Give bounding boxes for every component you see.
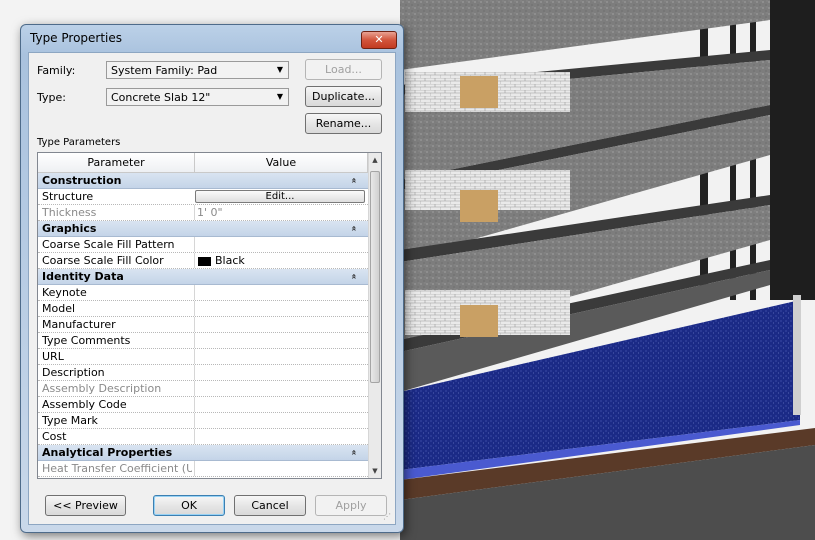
type-parameters-label: Type Parameters <box>37 137 121 148</box>
grid-scrollbar[interactable]: ▲ ▼ <box>368 153 381 478</box>
grid-row[interactable]: URL <box>38 349 368 365</box>
grid-row[interactable]: Manufacturer <box>38 317 368 333</box>
color-swatch <box>198 256 211 266</box>
parameter-name: Description <box>42 366 105 379</box>
parameter-name: Coarse Scale Fill Color <box>42 254 164 267</box>
type-parameters-grid: Parameter Value Construction » Structure Ed… <box>37 152 382 479</box>
collapse-icon[interactable]: » <box>348 450 363 456</box>
grid-row[interactable]: Thickness 1' 0" <box>38 205 368 221</box>
parameter-value[interactable] <box>194 429 366 444</box>
grid-header: Parameter Value <box>38 153 368 173</box>
parameter-name: Model <box>42 302 76 315</box>
parameter-name: Coarse Scale Fill Pattern <box>42 238 175 251</box>
parameter-value[interactable] <box>194 349 366 364</box>
header-value[interactable]: Value <box>195 153 368 172</box>
rename-button[interactable]: Rename... <box>305 113 382 134</box>
dialog-title: Type Properties <box>30 31 123 45</box>
grid-row[interactable]: Description <box>38 365 368 381</box>
grid-rows: Construction » Structure Edit... Thickness 1'… <box>38 173 368 477</box>
color-value: Black <box>215 254 245 267</box>
chevron-down-icon: ▼ <box>276 92 284 101</box>
grid-group-header[interactable]: Construction » <box>38 173 368 189</box>
parameter-value <box>194 461 366 476</box>
resize-grip-icon[interactable]: ⋰ <box>383 512 393 522</box>
parameter-name: URL <box>42 350 64 363</box>
parameter-name: Keynote <box>42 286 87 299</box>
parameter-value[interactable] <box>194 285 366 300</box>
header-parameter[interactable]: Parameter <box>38 153 195 172</box>
grid-row[interactable]: Assembly Code <box>38 397 368 413</box>
family-value: System Family: Pad <box>111 64 218 77</box>
scroll-up-icon[interactable]: ▲ <box>369 153 381 167</box>
grid-row[interactable]: Type Mark <box>38 413 368 429</box>
parameter-value[interactable] <box>194 317 366 332</box>
group-label: Analytical Properties <box>42 446 173 459</box>
scroll-thumb[interactable] <box>370 171 380 383</box>
parameter-value[interactable]: Black <box>194 253 366 268</box>
apply-button[interactable]: Apply <box>315 495 387 516</box>
family-label: Family: <box>37 64 76 77</box>
group-label: Graphics <box>42 222 97 235</box>
grid-group-header[interactable]: Identity Data » <box>38 269 368 285</box>
type-value: Concrete Slab 12" <box>111 91 211 104</box>
grid-row[interactable]: Type Comments <box>38 333 368 349</box>
duplicate-button[interactable]: Duplicate... <box>305 86 382 107</box>
parameter-name: Structure <box>42 190 94 203</box>
parameter-value[interactable] <box>194 237 366 252</box>
parameter-value[interactable] <box>194 333 366 348</box>
grid-row[interactable]: Assembly Description <box>38 381 368 397</box>
dialog-titlebar[interactable]: Type Properties ✕ <box>21 25 403 51</box>
parameter-name: Type Mark <box>42 414 98 427</box>
parameter-name: Type Comments <box>42 334 131 347</box>
collapse-icon[interactable]: » <box>348 226 363 232</box>
load-button[interactable]: Load... <box>305 59 382 80</box>
parameter-value[interactable] <box>194 301 366 316</box>
grid-row[interactable]: Cost <box>38 429 368 445</box>
grid-row[interactable]: Structure Edit... <box>38 189 368 205</box>
parameter-name: Heat Transfer Coefficient (U) <box>42 462 192 475</box>
parameter-value[interactable] <box>194 365 366 380</box>
parameter-name: Assembly Description <box>42 382 162 395</box>
cancel-button[interactable]: Cancel <box>234 495 306 516</box>
type-properties-dialog: Type Properties ✕ Family: System Family:… <box>20 24 404 533</box>
parameter-name: Assembly Code <box>42 398 127 411</box>
parameter-name: Cost <box>42 430 67 443</box>
family-dropdown[interactable]: System Family: Pad ▼ <box>106 61 289 79</box>
grid-row[interactable]: Heat Transfer Coefficient (U) <box>38 461 368 477</box>
scroll-down-icon[interactable]: ▼ <box>369 464 381 478</box>
dialog-client-area: Family: System Family: Pad ▼ Load... Typ… <box>28 52 396 525</box>
parameter-value[interactable] <box>194 397 366 412</box>
type-label: Type: <box>37 91 66 104</box>
parameter-value[interactable] <box>194 413 366 428</box>
grid-group-header[interactable]: Analytical Properties » <box>38 445 368 461</box>
grid-row[interactable]: Keynote <box>38 285 368 301</box>
grid-row[interactable]: Model <box>38 301 368 317</box>
chevron-down-icon: ▼ <box>276 65 284 74</box>
preview-button[interactable]: << Preview <box>45 495 126 516</box>
parameter-name: Manufacturer <box>42 318 116 331</box>
group-label: Construction <box>42 174 122 187</box>
grid-row[interactable]: Coarse Scale Fill Color Black <box>38 253 368 269</box>
grid-row[interactable]: Coarse Scale Fill Pattern <box>38 237 368 253</box>
close-icon: ✕ <box>374 33 384 46</box>
parameter-value <box>194 381 366 396</box>
ok-button[interactable]: OK <box>153 495 225 516</box>
parameter-value: 1' 0" <box>194 205 366 220</box>
grid-group-header[interactable]: Graphics » <box>38 221 368 237</box>
group-label: Identity Data <box>42 270 124 283</box>
parameter-name: Thickness <box>42 206 97 219</box>
collapse-icon[interactable]: » <box>348 178 363 184</box>
close-button[interactable]: ✕ <box>361 31 397 49</box>
edit-structure-button[interactable]: Edit... <box>195 190 365 203</box>
type-dropdown[interactable]: Concrete Slab 12" ▼ <box>106 88 289 106</box>
collapse-icon[interactable]: » <box>348 274 363 280</box>
